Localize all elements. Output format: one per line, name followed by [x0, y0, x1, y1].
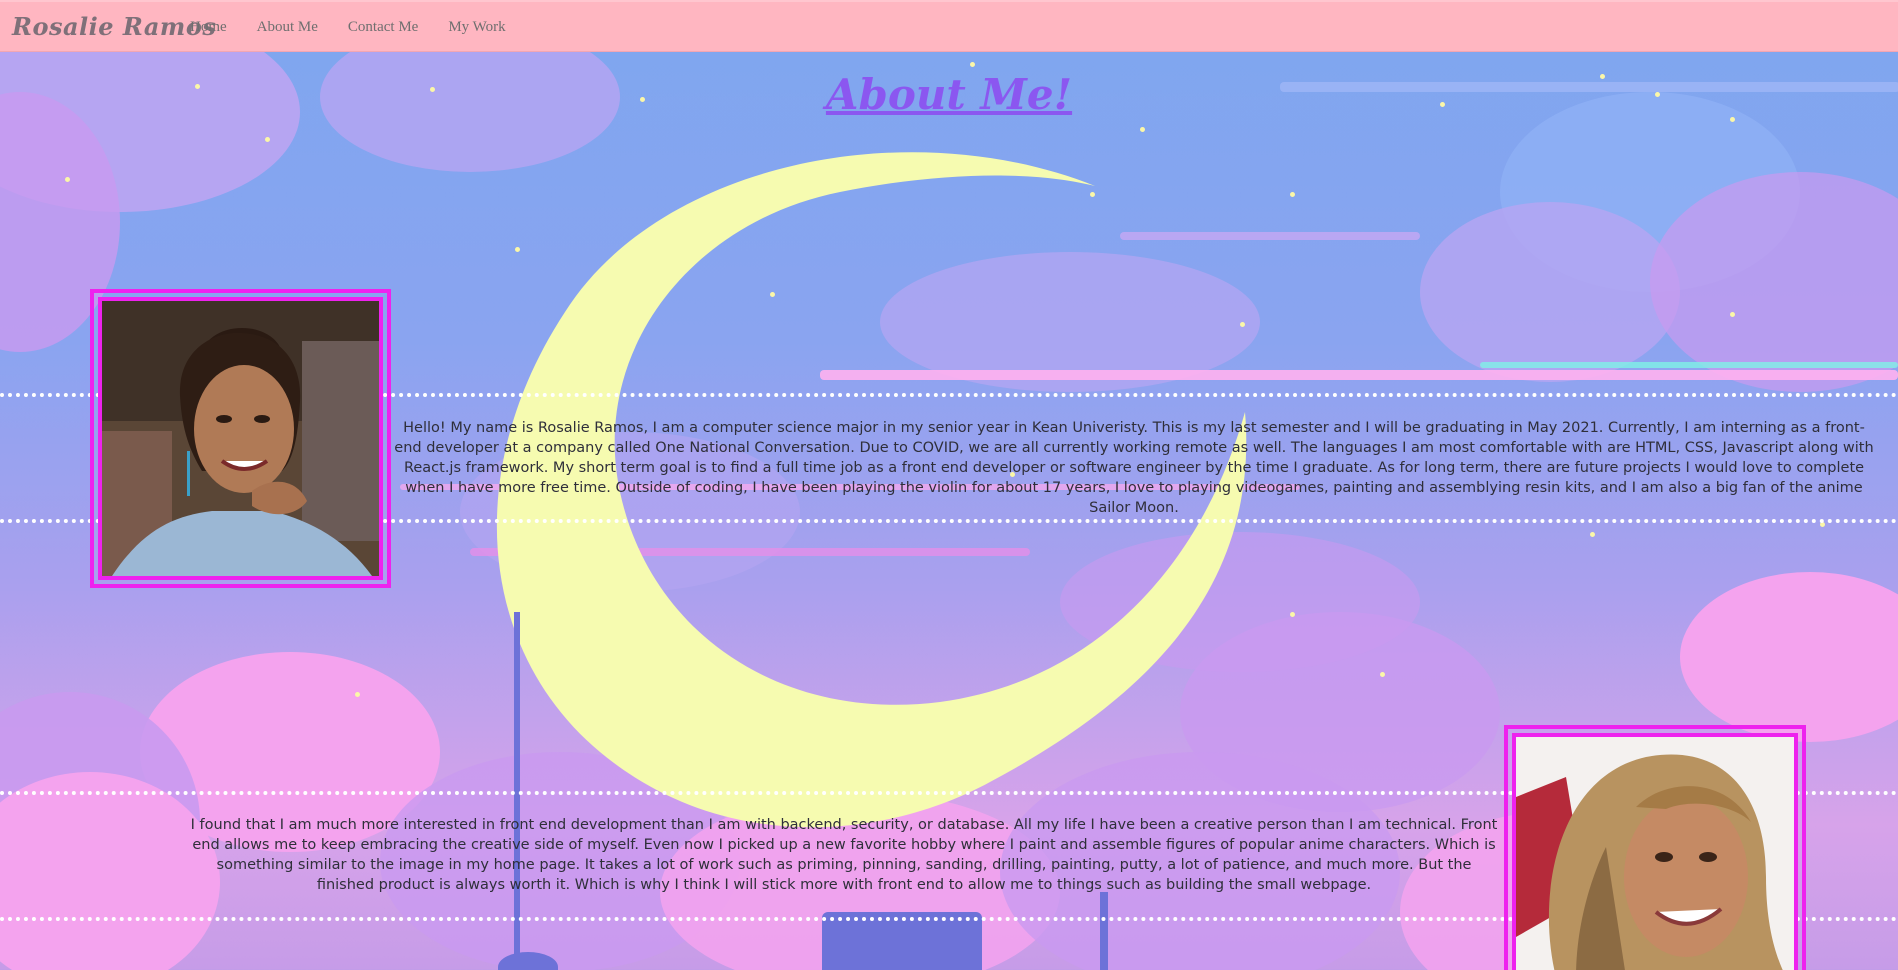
page-title: About Me!	[0, 70, 1898, 119]
navbar: Rosalie Ramos Home About Me Contact Me M…	[0, 0, 1898, 52]
about-paragraph-1: Hello! My name is Rosalie Ramos, I am a …	[394, 420, 1874, 516]
page-title-text: About Me!	[825, 70, 1073, 119]
portrait-image-icon	[102, 301, 379, 576]
nav-link-about-me[interactable]: About Me	[257, 19, 318, 36]
profile-photo	[1512, 733, 1798, 970]
profile-photo	[98, 297, 383, 580]
nav-link-home[interactable]: Home	[190, 19, 227, 36]
brand-logo[interactable]: Rosalie Ramos	[12, 12, 216, 41]
profile-photo-frame	[1504, 725, 1806, 970]
nav-link-contact-me[interactable]: Contact Me	[348, 19, 418, 36]
nav-link-my-work[interactable]: My Work	[448, 19, 505, 36]
profile-photo-frame	[90, 289, 391, 588]
portrait-image-icon	[1516, 737, 1794, 970]
nav-menu: Home About Me Contact Me My Work	[190, 19, 536, 36]
about-paragraph-2: I found that I am much more interested i…	[190, 817, 1498, 893]
